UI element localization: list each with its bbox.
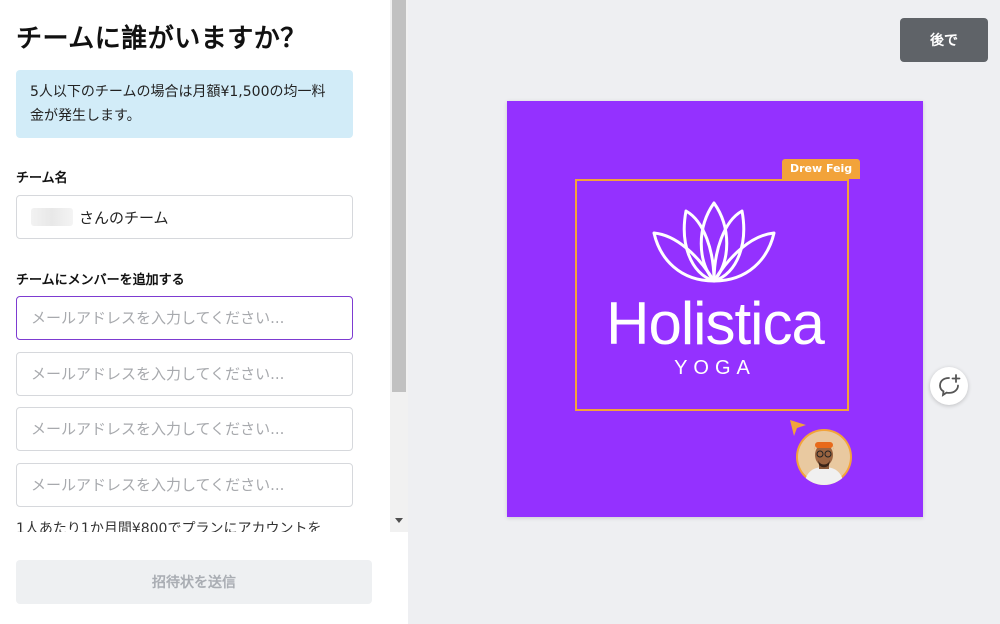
email-field-4[interactable]: [16, 463, 353, 507]
panel-footer: 招待状を送信: [0, 532, 408, 624]
collaborator-cursor-icon: [790, 420, 806, 436]
send-invites-button[interactable]: 招待状を送信: [16, 560, 372, 604]
collaborator-avatar[interactable]: [796, 429, 852, 485]
later-button[interactable]: 後で: [900, 18, 988, 62]
add-members-label: チームにメンバーを追加する: [16, 273, 185, 288]
team-setup-scroll-area: チームに誰がいますか？ 5人以下のチームの場合は月額¥1,500の均一料金が発生…: [0, 0, 390, 532]
add-comment-icon: [939, 374, 961, 397]
pricing-note: 1人あたり1か月間¥800でプランにアカウントを: [16, 521, 322, 532]
redacted-user-name: [31, 208, 73, 226]
pricing-info-box: 5人以下のチームの場合は月額¥1,500の均一料金が発生します。: [16, 70, 353, 138]
brand-name-text: Holistica: [606, 290, 825, 357]
email-field-3[interactable]: [16, 407, 353, 451]
team-name-field[interactable]: さんのチーム: [16, 195, 353, 239]
team-setup-panel: チームに誰がいますか？ 5人以下のチームの場合は月額¥1,500の均一料金が発生…: [0, 0, 408, 624]
scrollbar-thumb[interactable]: [392, 0, 406, 392]
lotus-icon: [652, 201, 776, 283]
design-canvas[interactable]: Drew Feig Holistica YOGA: [507, 101, 923, 517]
page-title: チームに誰がいますか？: [16, 24, 307, 54]
team-name-label: チーム名: [16, 171, 68, 186]
panel-scrollbar[interactable]: [390, 0, 408, 532]
scroll-down-arrow-icon[interactable]: [395, 518, 403, 523]
person-avatar-icon: [798, 431, 850, 485]
collaborator-name-tag: Drew Feig: [782, 159, 861, 179]
team-name-value: さんのチーム: [79, 208, 169, 227]
brand-subtitle-text: YOGA: [674, 357, 756, 379]
email-field-2[interactable]: [16, 352, 353, 396]
email-field-1[interactable]: [16, 296, 353, 340]
add-comment-button[interactable]: [930, 367, 968, 405]
